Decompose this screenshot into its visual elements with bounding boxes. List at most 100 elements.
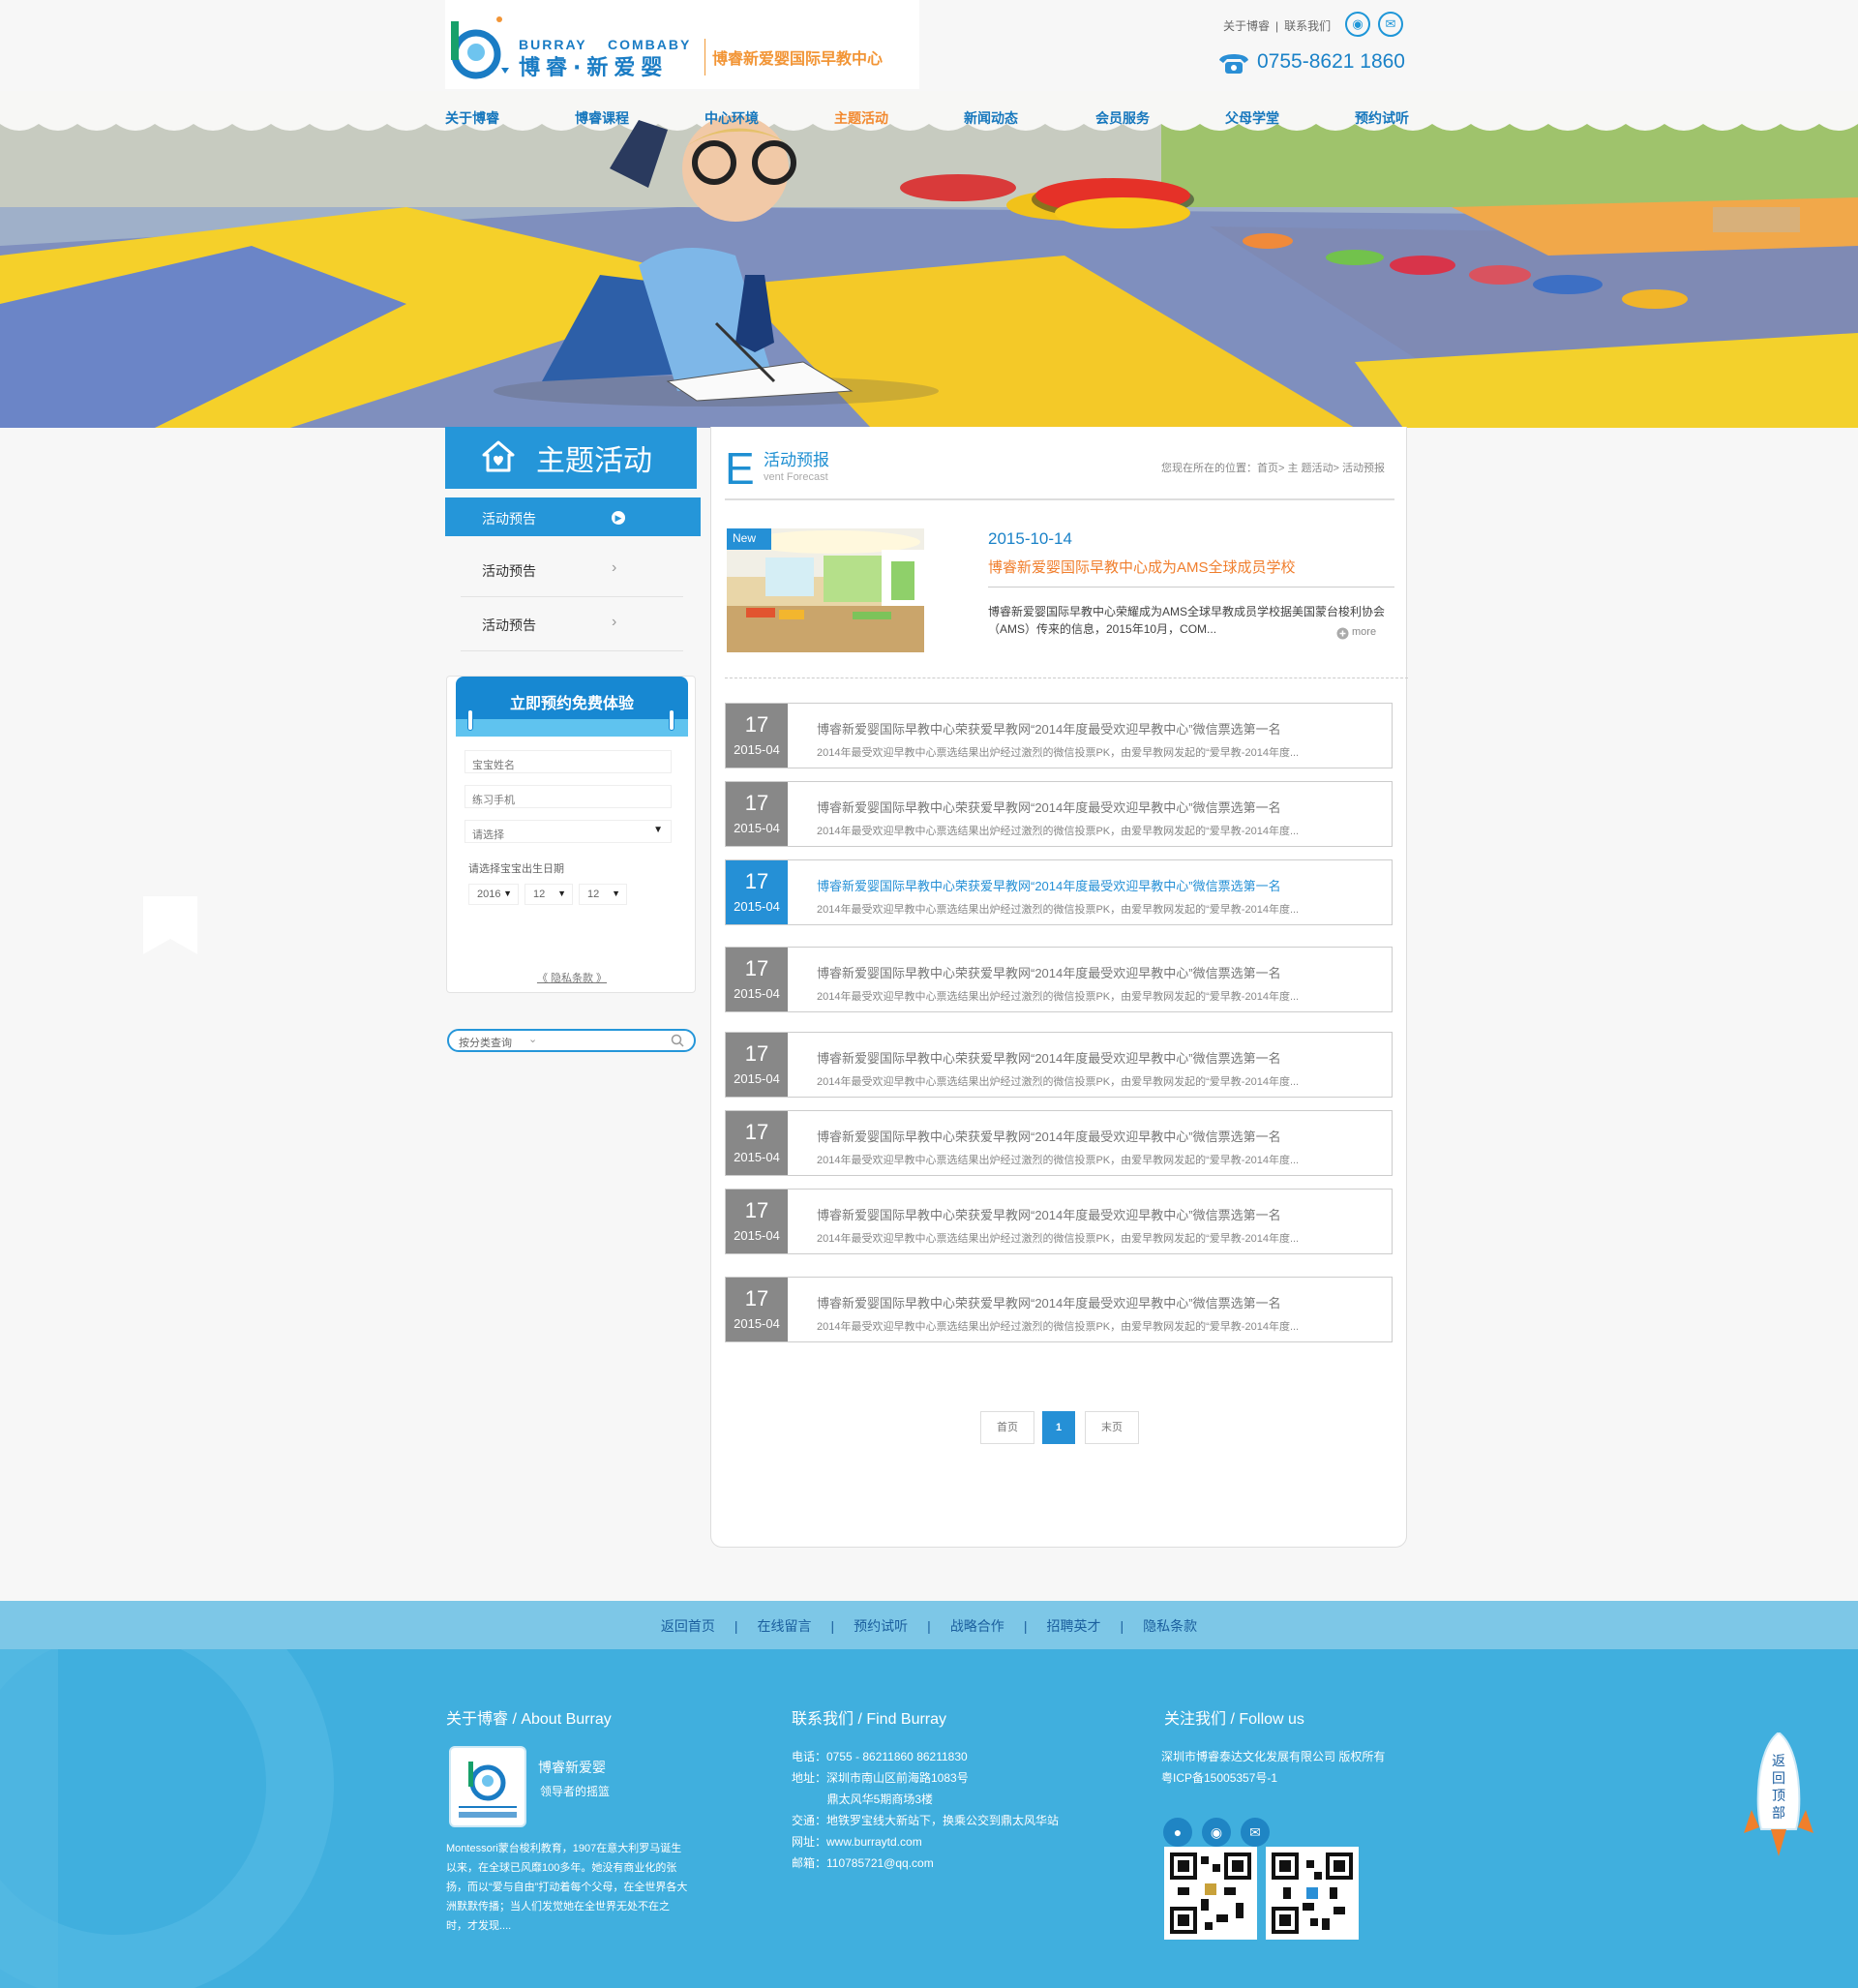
news-day: 17	[744, 791, 769, 815]
news-summary: 2014年最受欢迎早教中心票选结果出炉经过激烈的微信投票PK，由爱早教网发起的“…	[817, 826, 1300, 837]
sidebar-item-label: 活动预告	[482, 511, 536, 527]
news-date: 17 2015-04	[726, 1111, 788, 1175]
news-title[interactable]: 博睿新爱婴国际早教中心荣获爱早教网“2014年度最受欢迎早教中心”微信票选第一名	[817, 1293, 1281, 1311]
top-link-about[interactable]: 关于博睿	[1223, 19, 1270, 33]
qq-icon[interactable]: ●	[1163, 1818, 1192, 1847]
booking-title: 立即预约免费体验	[509, 694, 634, 712]
news-summary: 2014年最受欢迎早教中心票选结果出炉经过激烈的微信投票PK，由爱早教网发起的“…	[817, 1155, 1300, 1166]
option-select[interactable]: 请选择 ▼	[464, 820, 672, 843]
news-month: 2015-04	[734, 1316, 780, 1331]
footer-link-message[interactable]: 在线留言	[758, 1618, 812, 1634]
nav-environment[interactable]: 中心环境	[704, 108, 759, 128]
rocket-icon[interactable]: 返 回 顶 部	[1744, 1732, 1813, 1860]
wechat-icon[interactable]: ✉	[1378, 12, 1403, 37]
top-links: 关于博睿 | 联系我们	[1223, 17, 1336, 34]
icp-number: 粤ICP备15005357号-1	[1161, 1771, 1278, 1785]
binder-ring-icon	[669, 709, 674, 731]
news-item[interactable]: 17 2015-04 博睿新爱婴国际早教中心荣获爱早教网“2014年度最受欢迎早教…	[725, 781, 1393, 847]
news-month: 2015-04	[734, 1150, 780, 1164]
news-title[interactable]: 博睿新爱婴国际早教中心荣获爱早教网“2014年度最受欢迎早教中心”微信票选第一名	[817, 1205, 1281, 1223]
feature-date: 2015-10-14	[988, 529, 1072, 548]
footer-link-jobs[interactable]: 招聘英才	[1046, 1618, 1100, 1634]
more-link[interactable]: more	[1352, 626, 1376, 638]
sidebar-item-active[interactable]: 活动预告 ▶	[445, 497, 701, 536]
sidebar-item[interactable]: 活动预告 ›	[445, 550, 701, 588]
page-current-button[interactable]: 1	[1042, 1411, 1075, 1444]
qr-pattern	[1170, 1852, 1251, 1934]
sidebar-item[interactable]: 活动预告 ›	[445, 604, 701, 643]
nav-trial[interactable]: 预约试听	[1355, 108, 1409, 128]
nav-courses[interactable]: 博睿课程	[575, 108, 629, 128]
news-title[interactable]: 博睿新爱婴国际早教中心荣获爱早教网“2014年度最受欢迎早教中心”微信票选第一名	[817, 876, 1281, 894]
category-search[interactable]: 按分类查询 ⌄	[447, 1029, 696, 1052]
footer-link-partners[interactable]: 战略合作	[950, 1618, 1004, 1634]
news-item[interactable]: 17 2015-04 博睿新爱婴国际早教中心荣获爱早教网“2014年度最受欢迎早教…	[725, 1110, 1393, 1176]
weibo-icon[interactable]: ◉	[1345, 12, 1370, 37]
news-item[interactable]: 17 2015-04 博睿新爱婴国际早教中心荣获爱早教网“2014年度最受欢迎早教…	[725, 1277, 1393, 1342]
sidebar-item-label: 活动预告	[482, 563, 536, 579]
news-month: 2015-04	[734, 899, 780, 914]
chevron-right-icon: ›	[612, 614, 617, 630]
footer-link-home[interactable]: 返回首页	[661, 1618, 715, 1634]
news-date: 17 2015-04	[726, 1278, 788, 1341]
contact-website[interactable]: 网址：www.burraytd.com	[792, 1831, 922, 1852]
news-item-highlighted[interactable]: 17 2015-04 博睿新爱婴国际早教中心荣获爱早教网“2014年度最受欢迎早教…	[725, 859, 1393, 925]
birth-date-label: 请选择宝宝出生日期	[468, 863, 564, 875]
birth-day-select[interactable]: 12 ▼	[579, 884, 627, 905]
news-title[interactable]: 博睿新爱婴国际早教中心荣获爱早教网“2014年度最受欢迎早教中心”微信票选第一名	[817, 963, 1281, 981]
news-item[interactable]: 17 2015-04 博睿新爱婴国际早教中心荣获爱早教网“2014年度最受欢迎早教…	[725, 947, 1393, 1012]
phone-icon	[1219, 54, 1248, 74]
feature-description: 博睿新爱婴国际早教中心荣耀成为AMS全球早教成员学校据美国蒙台梭利协会（AMS）…	[988, 605, 1386, 636]
footer-link-trial[interactable]: 预约试听	[854, 1618, 908, 1634]
news-item[interactable]: 17 2015-04 博睿新爱婴国际早教中心荣获爱早教网“2014年度最受欢迎早教…	[725, 1032, 1393, 1098]
logo-cn: 博睿·新爱婴	[519, 56, 669, 80]
news-day: 17	[744, 956, 769, 980]
contact-phone: 电话：0755 - 86211860 86211830	[792, 1750, 968, 1763]
news-item[interactable]: 17 2015-04 博睿新爱婴国际早教中心荣获爱早教网“2014年度最受欢迎早教…	[725, 1189, 1393, 1254]
search-icon[interactable]	[671, 1034, 684, 1047]
birth-year-select[interactable]: 2016 ▼	[468, 884, 519, 905]
feature-title[interactable]: 博睿新爱婴国际早教中心成为AMS全球成员学校	[988, 557, 1296, 577]
nav-about[interactable]: 关于博睿	[445, 108, 499, 128]
footer-logo-icon	[459, 1762, 517, 1818]
contact-email[interactable]: 邮箱：110785721@qq.com	[792, 1852, 934, 1874]
privacy-link[interactable]: 《 隐私条款 》	[447, 970, 697, 985]
footer-links-bar: 返回首页 | 在线留言 | 预约试听 | 战略合作 | 招聘英才 | 隐私条款	[0, 1601, 1858, 1649]
baby-name-input[interactable]: 宝宝姓名	[464, 750, 672, 773]
weibo-icon[interactable]: ◉	[1202, 1818, 1231, 1847]
page-last-button[interactable]: 末页	[1085, 1411, 1139, 1444]
category-search-label: 按分类查询	[459, 1038, 512, 1049]
nav-membership[interactable]: 会员服务	[1095, 108, 1150, 128]
news-month: 2015-04	[734, 742, 780, 757]
page-first-button[interactable]: 首页	[980, 1411, 1034, 1444]
news-title[interactable]: 博睿新爱婴国际早教中心荣获爱早教网“2014年度最受欢迎早教中心”微信票选第一名	[817, 1048, 1281, 1067]
svg-text:部: 部	[1772, 1806, 1785, 1822]
news-item[interactable]: 17 2015-04 博睿新爱婴国际早教中心荣获爱早教网“2014年度最受欢迎早教…	[725, 703, 1393, 768]
submit-button[interactable]	[505, 926, 641, 949]
bookmark-icon[interactable]	[143, 896, 197, 954]
chevron-down-icon: ⌄	[528, 1034, 538, 1045]
news-title[interactable]: 博睿新爱婴国际早教中心荣获爱早教网“2014年度最受欢迎早教中心”微信票选第一名	[817, 798, 1281, 816]
footer-link-privacy[interactable]: 隐私条款	[1143, 1618, 1197, 1634]
plus-circle-icon[interactable]	[1336, 627, 1349, 640]
feature-image[interactable]: New	[727, 528, 924, 652]
top-link-contact[interactable]: 联系我们	[1284, 19, 1331, 33]
logo[interactable]: BURRAY COMBABY 博睿·新爱婴 博睿新爱婴国际早教中心	[445, 0, 919, 89]
nav-parents[interactable]: 父母学堂	[1225, 108, 1279, 128]
footer-link-sep: |	[927, 1618, 931, 1634]
phone-input[interactable]: 练习手机	[464, 785, 672, 808]
qr-code-icon	[1164, 1847, 1257, 1940]
news-title[interactable]: 博睿新爱婴国际早教中心荣获爱早教网“2014年度最受欢迎早教中心”微信票选第一名	[817, 1127, 1281, 1145]
birth-month-select[interactable]: 12 ▼	[524, 884, 573, 905]
news-day: 17	[744, 712, 769, 737]
news-day: 17	[744, 1286, 769, 1310]
footer-link-sep: |	[734, 1618, 738, 1634]
news-month: 2015-04	[734, 1228, 780, 1243]
news-title[interactable]: 博睿新爱婴国际早教中心荣获爱早教网“2014年度最受欢迎早教中心”微信票选第一名	[817, 719, 1281, 738]
news-summary: 2014年最受欢迎早教中心票选结果出炉经过激烈的微信投票PK，由爱早教网发起的“…	[817, 1321, 1300, 1333]
wechat-icon[interactable]: ✉	[1241, 1818, 1270, 1847]
nav-news[interactable]: 新闻动态	[964, 108, 1018, 128]
nav-activities[interactable]: 主题活动	[834, 108, 888, 128]
section-subtitle: vent Forecast	[764, 471, 828, 483]
follow-heading: 关注我们 / Follow us	[1164, 1711, 1304, 1728]
